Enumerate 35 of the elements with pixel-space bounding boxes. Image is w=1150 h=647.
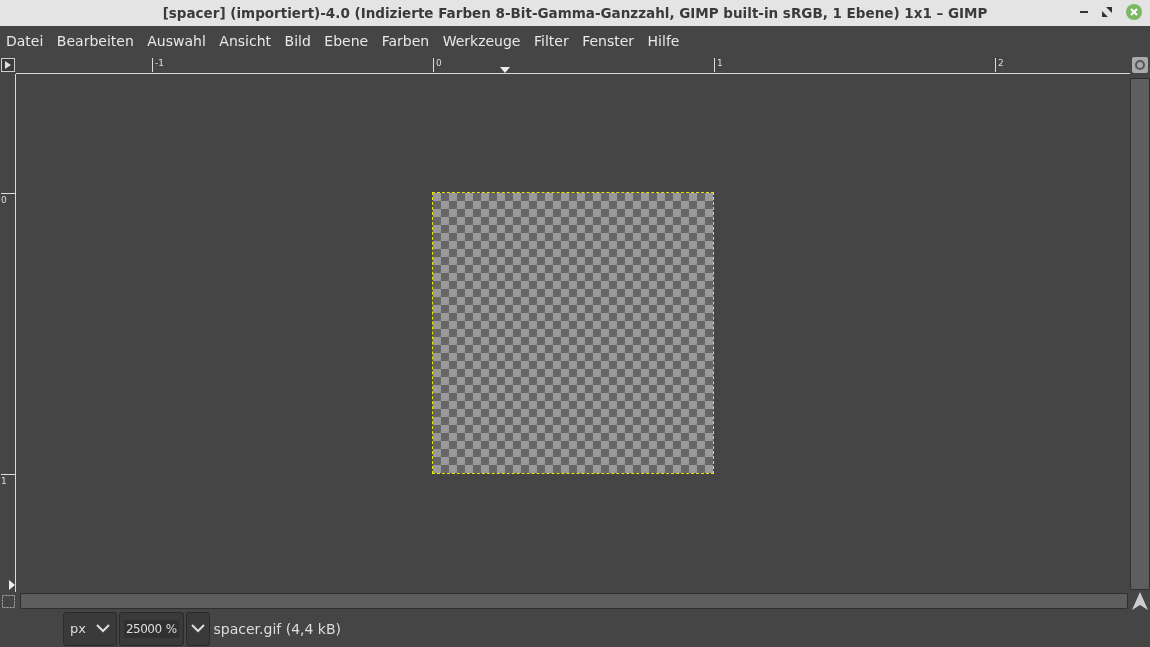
- ruler-label: 0: [1, 193, 15, 206]
- ruler-label: 0: [433, 58, 442, 72]
- menu-item[interactable]: Farben: [377, 33, 434, 49]
- unit-dropdown[interactable]: px: [63, 611, 117, 646]
- window-title: [spacer] (importiert)-4.0 (Indizierte Farben 8-Bit-Gamma-Ganzzahl, GIMP built-in sRGB, 1 Ebene) 1x1 – GIMP: [162, 5, 988, 21]
- menu-item[interactable]: Filter: [530, 33, 573, 49]
- zoom-value: 25000: [123, 619, 164, 638]
- ruler-label: 1: [714, 58, 723, 72]
- menu-item[interactable]: Auswahl: [143, 33, 210, 49]
- vertical-scrollbar[interactable]: [1130, 78, 1150, 590]
- quick-mask-icon[interactable]: [1, 594, 15, 608]
- menu-item[interactable]: Werkzeuge: [438, 33, 525, 49]
- chevron-down-icon: [190, 624, 205, 633]
- horizontal-scrollbar[interactable]: [20, 593, 1128, 609]
- menu-item[interactable]: Ebene: [320, 33, 373, 49]
- zoom-dropdown-button[interactable]: [185, 611, 210, 646]
- chevron-down-icon: [95, 624, 110, 633]
- zoom-field[interactable]: 25000 %: [118, 611, 184, 646]
- ruler-label: 2: [995, 58, 1004, 72]
- navigate-icon[interactable]: [1131, 592, 1149, 610]
- menu-item[interactable]: Ansicht: [215, 33, 276, 49]
- menu-item[interactable]: Bearbeiten: [52, 33, 138, 49]
- restore-icon[interactable]: [1102, 7, 1112, 17]
- close-icon[interactable]: [1126, 4, 1142, 20]
- play-icon[interactable]: [1, 58, 15, 72]
- menu-item[interactable]: Hilfe: [643, 33, 684, 49]
- menu-item[interactable]: Bild: [280, 33, 315, 49]
- ruler-label: -1: [152, 58, 164, 72]
- pointer-marker-icon: [9, 580, 15, 590]
- pointer-marker-icon: [500, 67, 510, 73]
- menu-item[interactable]: Datei: [2, 33, 48, 49]
- zoom-icon[interactable]: [1132, 57, 1148, 73]
- ruler-label: 1: [1, 474, 15, 487]
- file-info: spacer.gif (4,4 kB): [213, 620, 342, 637]
- menu-item[interactable]: Fenster: [578, 33, 639, 49]
